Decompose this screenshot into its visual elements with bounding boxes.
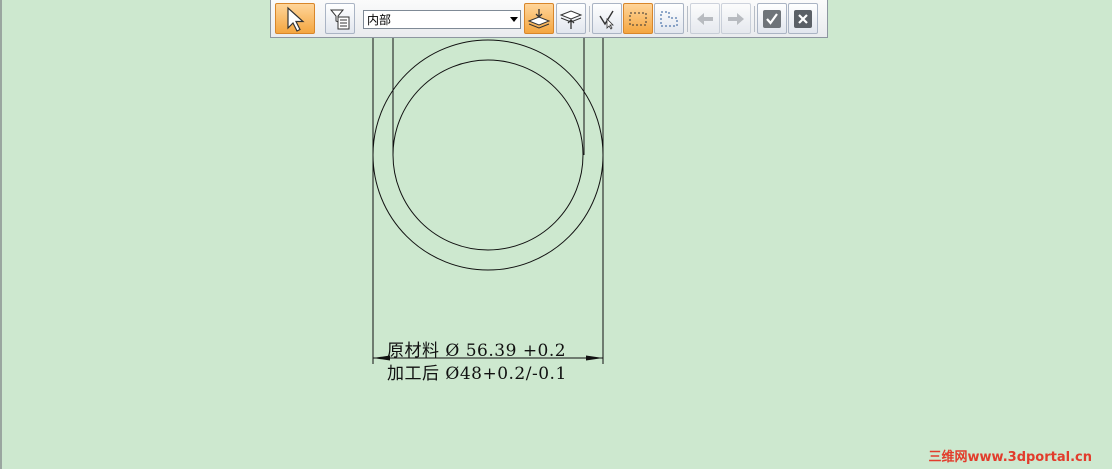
dimension-text-after-machining[interactable]: 加工后 Ø48+0.2/-0.1 (387, 359, 567, 384)
inner-circle[interactable] (392, 59, 584, 251)
cad-drawing-canvas[interactable] (0, 0, 1112, 469)
site-watermark: 三维网www.3dportal.cn (928, 450, 1092, 465)
outer-circle[interactable] (372, 39, 604, 271)
dimension-text-raw-material[interactable]: 原材料 Ø 56.39 +0.2 (387, 336, 566, 361)
dimension-arrow-right (586, 355, 603, 361)
